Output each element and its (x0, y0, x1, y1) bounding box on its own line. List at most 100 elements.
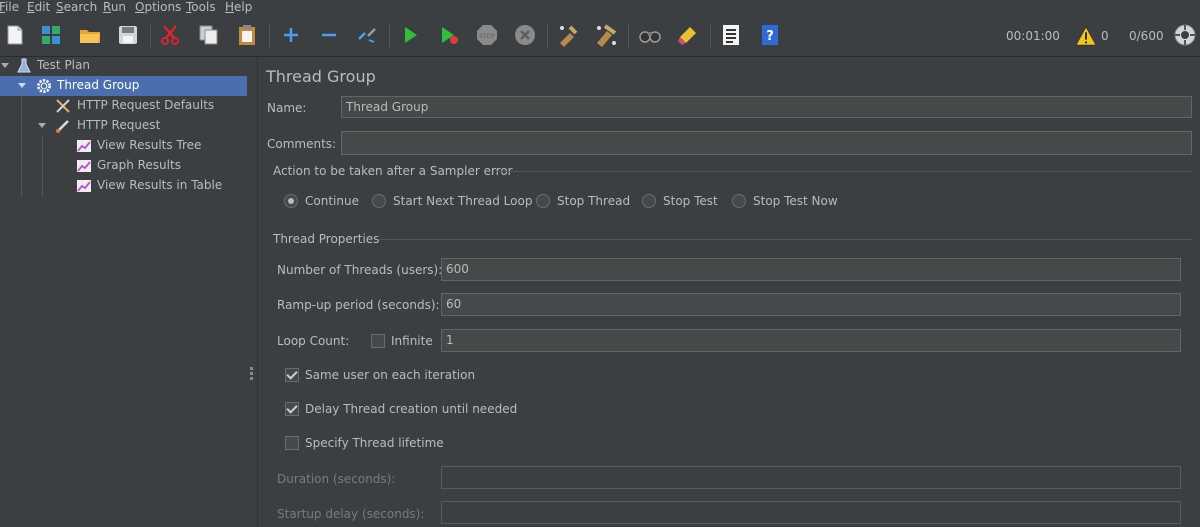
stop-icon[interactable]: STOP (475, 23, 499, 47)
toolbar-separator (389, 24, 390, 48)
same-user-checkbox[interactable] (285, 368, 299, 382)
comments-field[interactable] (341, 131, 1192, 155)
infinite-label[interactable]: Infinite (391, 334, 433, 348)
menu-bar: File Edit Search Run Options Tools Help (0, 0, 1200, 16)
infinite-checkbox[interactable] (371, 334, 385, 348)
radio-stop-test-now-label[interactable]: Stop Test Now (753, 194, 838, 208)
duration-label: Duration (seconds): (277, 472, 396, 486)
sampler-pipette-icon (56, 120, 69, 133)
radio-start-next-thread-loop-label[interactable]: Start Next Thread Loop (393, 194, 532, 208)
warning-count: 0 (1101, 29, 1109, 43)
menu-edit[interactable]: Edit (27, 0, 50, 16)
radio-continue[interactable] (284, 194, 298, 208)
radio-stop-test[interactable] (642, 194, 656, 208)
split-pane-divider[interactable] (247, 57, 258, 527)
radio-stop-thread[interactable] (536, 194, 550, 208)
thread-group-gear-icon (36, 78, 52, 94)
toolbar-separator (269, 24, 270, 48)
thread-properties-group-title: Thread Properties (273, 232, 380, 246)
svg-text:STOP: STOP (479, 33, 495, 40)
group-border (496, 171, 1192, 172)
templates-icon[interactable] (39, 23, 63, 47)
startup-delay-label: Startup delay (seconds): (277, 507, 425, 521)
loop-count-field[interactable]: 1 (441, 329, 1181, 352)
chevron-down-icon[interactable] (0, 60, 10, 70)
toggle-icon[interactable] (355, 23, 379, 47)
thread-group-panel: Thread Group Name: Thread Group Comments… (258, 57, 1200, 527)
toolbar: STOP ? 00:01:00 0 0/600 (0, 16, 1200, 57)
collapse-icon[interactable] (317, 23, 341, 47)
radio-start-next-thread-loop[interactable] (372, 194, 386, 208)
listener-graph-icon (77, 160, 91, 172)
radio-stop-test-now[interactable] (732, 194, 746, 208)
tree-node-graph-results[interactable]: Graph Results (0, 156, 247, 176)
delay-thread-creation-checkbox[interactable] (285, 402, 299, 416)
toolbar-separator (710, 24, 711, 48)
loop-count-label: Loop Count: (277, 334, 350, 348)
open-icon[interactable] (78, 23, 102, 47)
config-tools-icon (56, 99, 70, 113)
expand-icon[interactable] (279, 23, 303, 47)
radio-continue-label[interactable]: Continue (305, 194, 359, 208)
name-field[interactable]: Thread Group (341, 96, 1192, 118)
function-helper-icon[interactable] (719, 23, 743, 47)
radio-stop-thread-label[interactable]: Stop Thread (557, 194, 630, 208)
chevron-down-icon[interactable] (37, 120, 47, 130)
splitter-grip[interactable] (250, 377, 253, 380)
menu-tools[interactable]: Tools (186, 0, 216, 16)
active-threads: 0/600 (1129, 29, 1164, 43)
save-icon[interactable] (116, 23, 140, 47)
help-icon[interactable]: ? (758, 23, 782, 47)
test-plan-tree: Test Plan Thread Group HTTP Request Defa… (0, 57, 247, 527)
paste-icon[interactable] (235, 23, 259, 47)
splitter-grip[interactable] (250, 367, 253, 370)
svg-text:?: ? (766, 29, 774, 44)
test-plan-icon (17, 58, 31, 73)
error-action-group-title: Action to be taken after a Sampler error (273, 164, 513, 178)
tree-node-test-plan[interactable]: Test Plan (0, 56, 247, 76)
tree-node-http-request[interactable]: HTTP Request (0, 116, 247, 136)
menu-options[interactable]: Options (135, 0, 181, 16)
ramp-up-label: Ramp-up period (seconds): (277, 298, 440, 312)
new-icon[interactable] (3, 23, 27, 47)
elapsed-time: 00:01:00 (1006, 29, 1060, 43)
group-border (378, 239, 1192, 240)
search-icon[interactable] (638, 23, 662, 47)
delay-thread-creation-label[interactable]: Delay Thread creation until needed (305, 402, 517, 416)
clear-all-icon[interactable] (594, 23, 618, 47)
menu-help[interactable]: Help (225, 0, 252, 16)
start-icon[interactable] (398, 23, 422, 47)
toolbar-separator (628, 24, 629, 48)
splitter-grip[interactable] (250, 372, 253, 375)
cut-icon[interactable] (158, 23, 182, 47)
specify-lifetime-label[interactable]: Specify Thread lifetime (305, 436, 444, 450)
toolbar-separator (150, 24, 151, 48)
num-threads-field[interactable]: 600 (441, 258, 1181, 281)
menu-run[interactable]: Run (103, 0, 126, 16)
chevron-down-icon[interactable] (17, 80, 27, 90)
start-no-timers-icon[interactable] (437, 23, 461, 47)
remote-engines-icon[interactable] (1173, 23, 1197, 47)
duration-field[interactable] (441, 466, 1181, 489)
warning-icon[interactable] (1075, 25, 1097, 47)
tree-node-http-request-defaults[interactable]: HTTP Request Defaults (0, 96, 247, 116)
tree-node-view-results-in-table[interactable]: View Results in Table (0, 176, 247, 196)
radio-stop-test-label[interactable]: Stop Test (663, 194, 718, 208)
copy-icon[interactable] (197, 23, 221, 47)
ramp-up-field[interactable]: 60 (441, 293, 1181, 316)
tree-node-view-results-tree[interactable]: View Results Tree (0, 136, 247, 156)
toolbar-separator (547, 24, 548, 48)
menu-file[interactable]: File (0, 0, 19, 16)
shutdown-icon[interactable] (513, 23, 537, 47)
listener-graph-icon (77, 180, 91, 192)
clear-icon[interactable] (556, 23, 580, 47)
startup-delay-field[interactable] (441, 501, 1181, 524)
panel-title: Thread Group (266, 67, 376, 86)
num-threads-label: Number of Threads (users): (277, 263, 443, 277)
same-user-label[interactable]: Same user on each iteration (305, 368, 475, 382)
tree-node-thread-group[interactable]: Thread Group (0, 76, 247, 96)
reset-search-icon[interactable] (676, 23, 700, 47)
specify-lifetime-checkbox[interactable] (285, 436, 299, 450)
menu-search[interactable]: Search (56, 0, 97, 16)
comments-label: Comments: (267, 137, 337, 151)
